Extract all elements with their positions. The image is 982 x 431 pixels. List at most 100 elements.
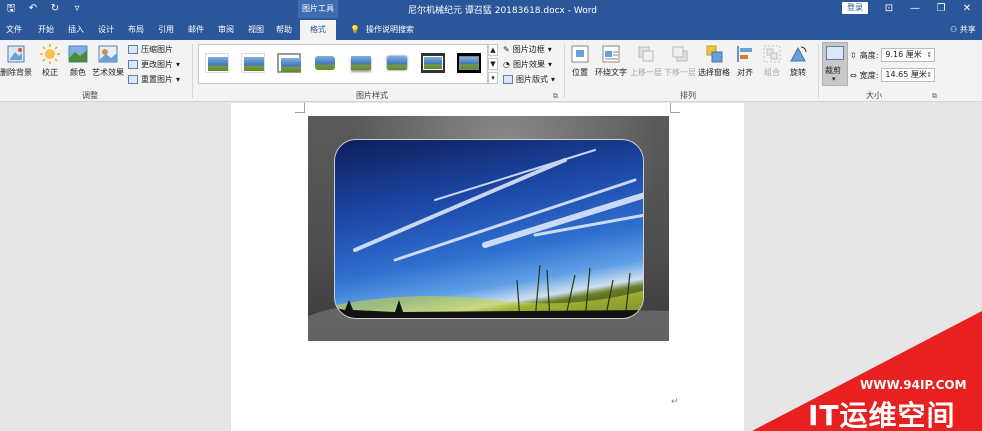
selection-pane-button[interactable]: 选择窗格 — [698, 44, 730, 78]
artistic-effects-button[interactable]: 艺术效果 — [92, 44, 124, 78]
position-label: 位置 — [572, 68, 588, 77]
picture-border-label: 图片边框 — [512, 45, 545, 54]
minimize-icon[interactable]: — — [902, 0, 928, 18]
picture-border-button[interactable]: ✎ 图片边框 ▾ — [503, 44, 552, 55]
bring-forward-icon — [636, 44, 656, 64]
height-row: ⇳ 高度: 9.16 厘米 — [850, 48, 936, 62]
wrap-text-button[interactable]: 环绕文字 — [595, 44, 627, 78]
tab-help[interactable]: 帮助 — [276, 24, 292, 35]
width-row: ⇔ 宽度: 14.65 厘米 — [850, 68, 936, 82]
dropdown-arrow-icon: ▾ — [547, 45, 552, 54]
picture-style-4[interactable] — [313, 53, 337, 73]
change-picture-icon — [128, 60, 138, 69]
corrections-label: 校正 — [42, 68, 58, 77]
gallery-scroll-up-icon[interactable]: ▲ — [488, 44, 498, 56]
align-icon — [735, 44, 755, 64]
height-icon: ⇳ — [850, 50, 857, 60]
window-controls: ⊡ — ❐ ✕ — [876, 0, 980, 18]
close-icon[interactable]: ✕ — [954, 0, 980, 18]
save-icon[interactable]: 🖫 — [4, 2, 18, 16]
redo-icon[interactable]: ↻ — [48, 2, 62, 16]
align-button[interactable]: 对齐 — [735, 44, 755, 78]
height-label: 高度: — [859, 50, 879, 60]
tab-file[interactable]: 文件 — [6, 24, 22, 35]
position-button[interactable]: 位置 — [570, 44, 590, 78]
remove-background-button[interactable]: 删除背景 — [0, 44, 32, 78]
tab-view[interactable]: 视图 — [248, 24, 264, 35]
picture-style-8[interactable] — [457, 53, 481, 73]
size-group-label: 大小 — [866, 91, 882, 100]
group-objects-button[interactable]: 组合 — [762, 44, 782, 78]
picture-style-2[interactable] — [241, 53, 265, 73]
wrap-text-label: 环绕文字 — [595, 68, 627, 77]
corrections-button[interactable]: 校正 — [40, 44, 60, 78]
picture-style-5[interactable] — [349, 53, 373, 73]
picture-layout-button[interactable]: 图片版式 ▾ — [503, 74, 555, 85]
send-backward-button[interactable]: 下移一层 — [664, 44, 696, 78]
width-label: 宽度: — [859, 70, 879, 80]
sun-icon — [40, 44, 60, 64]
dropdown-arrow-icon: ▾ — [832, 75, 836, 83]
color-label: 颜色 — [70, 68, 86, 77]
title-bar: 🖫 ↶ ↻ ▿ 图片工具 尼尔机械纪元 谭召猛 20183618.docx - … — [0, 0, 982, 18]
tab-design[interactable]: 设计 — [98, 24, 114, 35]
rotate-button[interactable]: 旋转 — [788, 44, 808, 78]
color-button[interactable]: 颜色 — [68, 44, 88, 78]
tell-me-search[interactable]: 💡 操作说明搜索 — [350, 24, 414, 35]
picture-effects-button[interactable]: ◔ 图片效果 ▾ — [503, 59, 552, 70]
group-objects-icon — [762, 44, 782, 64]
effects-icon: ◔ — [503, 60, 510, 69]
pencil-icon: ✎ — [503, 45, 510, 54]
dropdown-arrow-icon: ▾ — [547, 60, 552, 69]
dropdown-arrow-icon: ▾ — [551, 75, 556, 84]
bring-forward-button[interactable]: 上移一层 — [630, 44, 662, 78]
tab-layout[interactable]: 布局 — [128, 24, 144, 35]
person-icon: ⚇ — [950, 25, 958, 34]
tell-me-label: 操作说明搜索 — [365, 25, 414, 34]
paragraph-mark: ↵ — [671, 397, 679, 407]
change-picture-button[interactable]: 更改图片 ▾ — [128, 59, 180, 70]
tab-home[interactable]: 开始 — [38, 24, 54, 35]
login-button[interactable]: 登录 — [842, 2, 868, 14]
compress-pictures-button[interactable]: 压缩图片 — [128, 44, 173, 55]
tab-mailings[interactable]: 邮件 — [188, 24, 204, 35]
tab-insert[interactable]: 插入 — [68, 24, 84, 35]
share-button[interactable]: ⚇ 共享 — [950, 24, 976, 35]
picture-styles-group-label: 图片样式 — [356, 91, 388, 100]
inserted-picture[interactable] — [334, 139, 644, 319]
width-icon: ⇔ — [850, 70, 857, 80]
picture-style-1[interactable] — [205, 53, 229, 73]
group-divider — [818, 44, 819, 98]
wrap-text-icon — [601, 44, 621, 64]
artistic-effects-label: 艺术效果 — [92, 68, 124, 77]
undo-icon[interactable]: ↶ — [26, 2, 40, 16]
picture-styles-launcher-icon[interactable]: ⧉ — [553, 92, 558, 101]
customize-qat-icon[interactable]: ▿ — [70, 2, 84, 16]
height-input[interactable]: 9.16 厘米 — [881, 48, 936, 62]
ribbon-display-options-icon[interactable]: ⊡ — [876, 0, 902, 18]
restore-icon[interactable]: ❐ — [928, 0, 954, 18]
tab-references[interactable]: 引用 — [158, 24, 174, 35]
size-launcher-icon[interactable]: ⧉ — [932, 92, 937, 101]
tab-review[interactable]: 审阅 — [218, 24, 234, 35]
crop-button[interactable]: 裁剪 ▾ — [822, 42, 848, 86]
picture-style-7[interactable] — [421, 53, 445, 73]
reset-picture-label: 重置图片 — [141, 75, 173, 84]
margin-corner-mark — [295, 103, 305, 113]
send-backward-label: 下移一层 — [664, 68, 696, 77]
reset-picture-button[interactable]: 重置图片 ▾ — [128, 74, 180, 85]
color-icon — [68, 44, 88, 64]
rotate-icon — [788, 44, 808, 64]
quick-access-toolbar: 🖫 ↶ ↻ ▿ — [4, 2, 84, 16]
picture-effects-label: 图片效果 — [512, 60, 545, 69]
picture-style-6[interactable] — [385, 53, 409, 73]
tab-format[interactable]: 格式 — [300, 20, 336, 40]
width-input[interactable]: 14.65 厘米 — [881, 68, 936, 82]
picture-style-3[interactable] — [277, 53, 301, 73]
gallery-more-icon[interactable]: ▾ — [488, 72, 498, 84]
group-divider — [564, 44, 565, 98]
compress-icon — [128, 45, 138, 54]
picture-styles-gallery — [198, 44, 488, 84]
crop-icon — [826, 46, 844, 60]
gallery-scroll-down-icon[interactable]: ▼ — [488, 58, 498, 70]
